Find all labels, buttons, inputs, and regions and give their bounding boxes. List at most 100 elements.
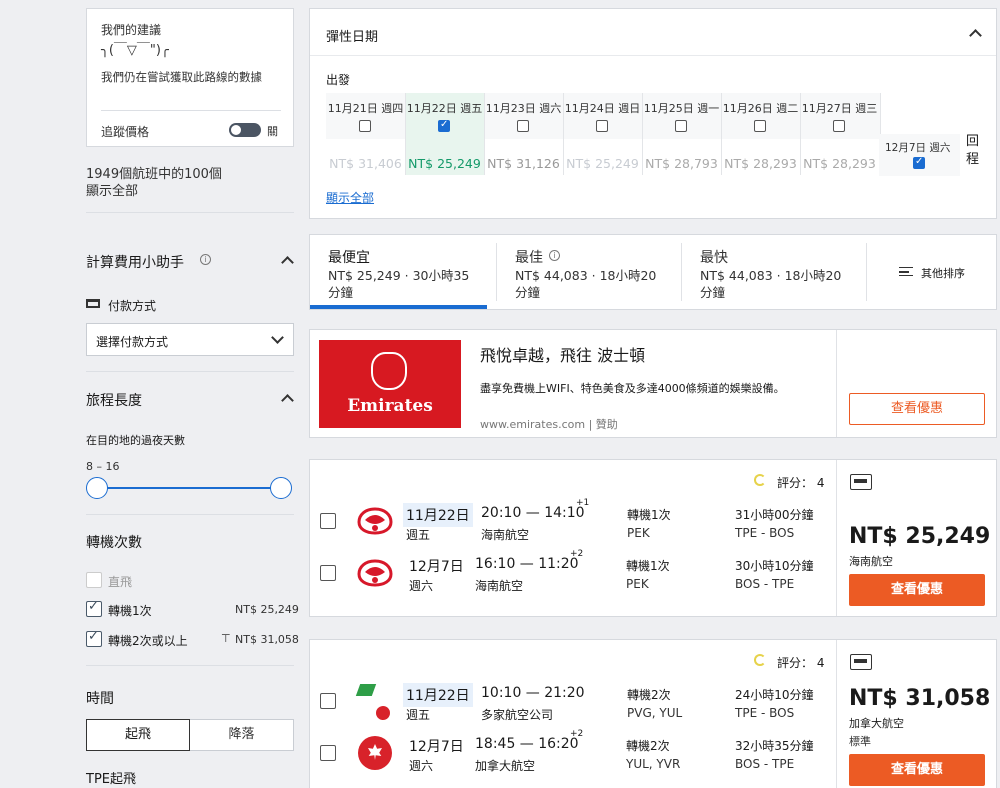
- flex-dates-grid: 11月21日 週四 11月22日 週五 11月23日 週六 11月24日 週日 …: [326, 93, 881, 175]
- time-title: 時間: [86, 691, 114, 707]
- flex-date-label: 11月24日 週日: [564, 102, 641, 115]
- divider: [101, 110, 281, 111]
- flex-date-checkbox[interactable]: [596, 120, 608, 132]
- flex-price[interactable]: NT$ 25,249: [405, 156, 484, 171]
- leg-stops: 轉機2次: [626, 739, 670, 753]
- flex-date-checkbox[interactable]: [517, 120, 529, 132]
- return-date-cell[interactable]: 12月7日 週六: [879, 134, 960, 176]
- other-sort-button[interactable]: 其他排序: [867, 235, 997, 309]
- leg-via: PEK: [627, 526, 650, 540]
- flex-price[interactable]: NT$ 28,793: [642, 156, 721, 171]
- chevron-up-icon[interactable]: [281, 256, 294, 269]
- flex-date-4[interactable]: 11月24日 週日: [563, 100, 642, 116]
- leg-select-checkbox[interactable]: [320, 565, 336, 581]
- leg-route: TPE ‐ BOS: [735, 526, 795, 540]
- view-deal-button[interactable]: 查看優惠: [849, 574, 985, 606]
- price-advice-card: 我們的建議 ╮(￣▽￣")╭ 我們仍在嘗試獲取此路線的數據 追蹤價格 關: [86, 8, 294, 147]
- bag-icon: [850, 654, 872, 670]
- nights-slider-handle-max[interactable]: [270, 477, 292, 499]
- flex-price[interactable]: NT$ 28,293: [800, 156, 879, 171]
- sort-tab-detail: NT$ 44,083 · 18小時20分鐘: [515, 268, 657, 300]
- flex-title: 彈性日期: [326, 30, 379, 45]
- card-icon: [86, 299, 100, 308]
- leg-select-checkbox[interactable]: [320, 745, 336, 761]
- stops-one-checkbox[interactable]: [86, 599, 102, 617]
- stops-two-checkbox[interactable]: [86, 629, 102, 647]
- view-deal-button[interactable]: 查看優惠: [849, 754, 985, 786]
- time-tab-arrive[interactable]: 降落: [190, 719, 294, 751]
- ad-description: 盡享免費機上WIFI、特色美食及多達4000條頻道的娛樂設備。: [480, 382, 785, 395]
- nights-slider-handle-min[interactable]: [86, 477, 108, 499]
- leg-dow: 週五: [406, 528, 431, 542]
- show-all-link[interactable]: 顯示全部: [86, 180, 138, 199]
- result-card[interactable]: 評分： 4 11月22日 週五 20:10 — 14:10 +1 海南航空 轉機…: [309, 459, 997, 617]
- leg-time: 20:10 — 14:10: [481, 505, 585, 521]
- return-date-checkbox[interactable]: [913, 156, 925, 169]
- leg-dow: 週六: [409, 579, 434, 593]
- divider: [86, 665, 294, 666]
- score: 評分： 4: [777, 656, 825, 670]
- tpe-depart-label: TPE起飛: [86, 772, 136, 787]
- flex-price[interactable]: NT$ 25,249: [563, 156, 642, 171]
- chevron-up-icon[interactable]: [969, 29, 982, 42]
- hainan-logo-icon: [356, 558, 394, 588]
- bag-icon: [850, 474, 872, 490]
- flex-date-checkbox[interactable]: [438, 119, 450, 132]
- leg-duration: 31小時00分鐘: [735, 508, 814, 522]
- divider: [86, 514, 294, 515]
- stops-direct-checkbox[interactable]: [86, 572, 102, 588]
- result-airline: 加拿大航空: [849, 717, 904, 730]
- ad-source: www.emirates.com | 贊助: [480, 418, 618, 431]
- stops-two-price: NT$ 31,058: [235, 633, 299, 646]
- flex-date-label: 11月22日 週五: [406, 102, 483, 115]
- flex-date-5[interactable]: 11月25日 週一: [642, 100, 721, 116]
- fare-class: 標準: [849, 735, 871, 748]
- depart-label: 出發: [326, 73, 351, 87]
- flex-date-checkbox[interactable]: [359, 120, 371, 132]
- hainan-logo-icon: [356, 506, 394, 536]
- leg-select-checkbox[interactable]: [320, 693, 336, 709]
- flex-date-6[interactable]: 11月26日 週二: [721, 100, 800, 116]
- flex-price[interactable]: NT$ 28,293: [721, 156, 800, 171]
- divider: [86, 371, 294, 372]
- flex-price[interactable]: NT$ 31,406: [326, 156, 405, 171]
- emirates-brand: Emirates: [347, 396, 433, 416]
- other-sort-label: 其他排序: [921, 267, 965, 280]
- flex-price[interactable]: NT$ 31,126: [484, 156, 563, 171]
- flex-date-7[interactable]: 11月27日 週三: [800, 100, 879, 116]
- leg-via: YUL, YVR: [626, 757, 681, 771]
- result-card[interactable]: 評分： 4 11月22日 週五 10:10 — 21:20 多家航空公司 轉機2…: [309, 639, 997, 788]
- flex-date-label: 11月21日 週四: [327, 102, 404, 115]
- nights-range: 8 – 16: [86, 460, 120, 473]
- sort-tab-fastest[interactable]: 最快 NT$ 44,083 · 18小時20分鐘: [682, 235, 865, 309]
- sort-tab-cheapest[interactable]: 最便宜 NT$ 25,249 · 30小時35分鐘: [310, 235, 487, 309]
- flex-date-2[interactable]: 11月22日 週五: [405, 100, 484, 116]
- flex-date-checkbox[interactable]: [754, 120, 766, 132]
- advice-face: ╮(￣▽￣")╭: [101, 43, 169, 58]
- leg-date: 11月22日: [403, 683, 473, 707]
- leg-duration: 30小時10分鐘: [735, 559, 814, 573]
- sort-tab-best[interactable]: 最佳 i NT$ 44,083 · 18小時20分鐘: [497, 235, 680, 309]
- result-airline: 海南航空: [849, 555, 893, 568]
- filter-icon: ⊤: [221, 632, 231, 645]
- leg-carrier: 海南航空: [475, 579, 524, 593]
- view-deal-label: 查看優惠: [890, 582, 943, 597]
- flex-date-checkbox[interactable]: [675, 120, 687, 132]
- multi-airline-logo-icon: [355, 684, 394, 722]
- track-price-toggle[interactable]: [229, 123, 261, 137]
- flex-date-3[interactable]: 11月23日 週六: [484, 100, 563, 116]
- flexible-dates-panel: 彈性日期 出發 11月21日 週四 11月22日 週五 11月23日 週六 11…: [309, 8, 997, 219]
- ad-cta-button[interactable]: 查看優惠: [849, 393, 985, 425]
- leg-select-checkbox[interactable]: [320, 513, 336, 529]
- nights-label: 在目的地的過夜天數: [86, 434, 185, 447]
- flex-show-all-link[interactable]: 顯示全部: [326, 189, 374, 206]
- sponsored-ad[interactable]: Emirates 飛悅卓越，飛往 波士頓 盡享免費機上WIFI、特色美食及多達4…: [309, 329, 997, 438]
- chevron-up-icon[interactable]: [281, 394, 294, 407]
- time-tab-depart[interactable]: 起飛: [86, 719, 190, 751]
- payment-select[interactable]: 選擇付款方式: [86, 323, 294, 356]
- flex-date-checkbox[interactable]: [833, 120, 845, 132]
- leg-duration: 32小時35分鐘: [735, 739, 814, 753]
- leg-stops: 轉機1次: [626, 559, 670, 573]
- return-date-label: 12月7日 週六: [885, 142, 951, 154]
- flex-date-1[interactable]: 11月21日 週四: [326, 100, 405, 116]
